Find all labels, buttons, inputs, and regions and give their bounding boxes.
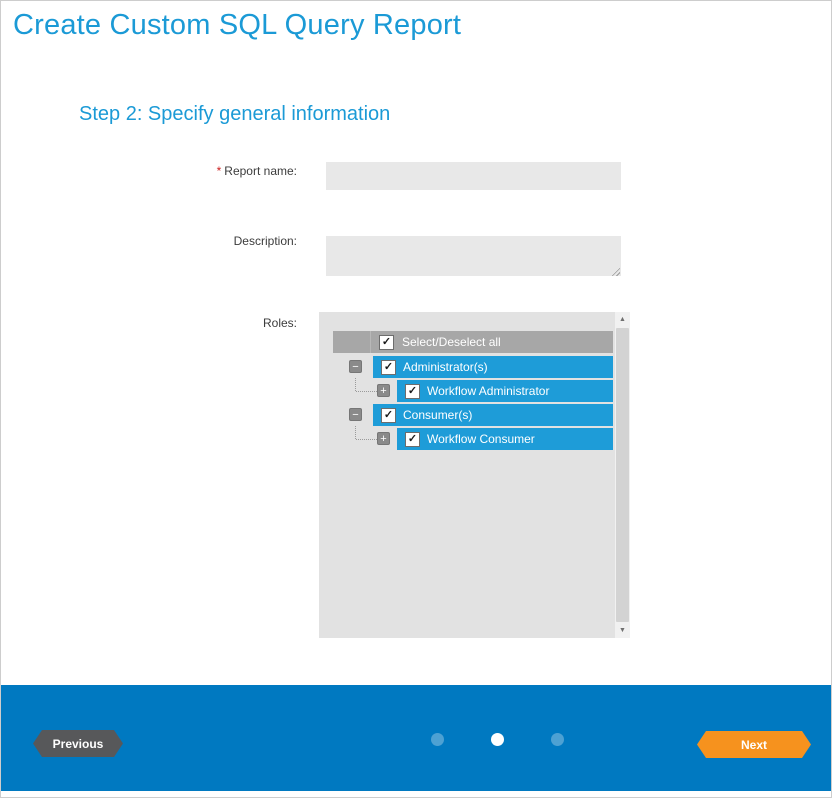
vertical-scrollbar[interactable]: ▲ ▼	[615, 312, 630, 638]
page-title: Create Custom SQL Query Report	[13, 9, 461, 42]
step-title: Step 2: Specify general information	[79, 103, 390, 126]
page-indicator	[431, 733, 564, 746]
page-dot-2-active[interactable]	[491, 733, 504, 746]
role-row-consumers[interactable]: ✓ Consumer(s)	[373, 404, 613, 426]
role-row-label: Workflow Administrator	[427, 384, 549, 398]
check-icon: ✓	[408, 386, 417, 397]
description-input[interactable]	[326, 236, 621, 276]
scroll-down-icon[interactable]: ▼	[615, 623, 630, 638]
role-row-label: Consumer(s)	[403, 408, 472, 422]
collapse-icon[interactable]: −	[349, 360, 362, 373]
scroll-up-icon[interactable]: ▲	[615, 312, 630, 327]
role-row-workflow-consumer[interactable]: ✓ Workflow Consumer	[397, 428, 613, 450]
select-all-checkbox[interactable]: ✓	[379, 335, 394, 350]
roles-label-text: Roles:	[263, 316, 297, 330]
expand-icon[interactable]: +	[377, 432, 390, 445]
tree-row: − ✓ Administrator(s)	[319, 356, 613, 378]
next-button[interactable]: Next	[697, 731, 811, 758]
description-label: Description:	[1, 234, 297, 248]
roles-tree-header: ✓ Select/Deselect all	[333, 331, 613, 353]
previous-button[interactable]: Previous	[33, 730, 123, 757]
report-name-label: *Report name:	[1, 164, 297, 178]
scrollbar-thumb[interactable]	[616, 328, 629, 622]
report-name-input[interactable]	[326, 162, 621, 190]
roles-label: Roles:	[1, 316, 297, 330]
role-row-administrators[interactable]: ✓ Administrator(s)	[373, 356, 613, 378]
check-icon: ✓	[382, 337, 391, 348]
required-marker: *	[217, 164, 222, 178]
role-checkbox[interactable]: ✓	[405, 384, 420, 399]
collapse-icon[interactable]: −	[349, 408, 362, 421]
role-row-workflow-administrator[interactable]: ✓ Workflow Administrator	[397, 380, 613, 402]
wizard-footer: Previous Next	[1, 685, 831, 791]
role-row-label: Administrator(s)	[403, 360, 488, 374]
description-label-text: Description:	[234, 234, 297, 248]
role-checkbox[interactable]: ✓	[381, 360, 396, 375]
page-dot-1[interactable]	[431, 733, 444, 746]
select-all-label: Select/Deselect all	[402, 335, 501, 349]
page-dot-3[interactable]	[551, 733, 564, 746]
check-icon: ✓	[408, 434, 417, 445]
role-checkbox[interactable]: ✓	[405, 432, 420, 447]
tree-row: − ✓ Consumer(s)	[319, 404, 613, 426]
check-icon: ✓	[384, 362, 393, 373]
tree-row: + ✓ Workflow Administrator	[319, 380, 613, 402]
expand-icon[interactable]: +	[377, 384, 390, 397]
check-icon: ✓	[384, 410, 393, 421]
wizard-page: Create Custom SQL Query Report Step 2: S…	[0, 0, 832, 798]
tree-row: + ✓ Workflow Consumer	[319, 428, 613, 450]
role-checkbox[interactable]: ✓	[381, 408, 396, 423]
expander-column-spacer	[333, 331, 371, 353]
roles-tree-panel: ✓ Select/Deselect all − ✓ Administrator(…	[319, 312, 630, 638]
report-name-label-text: Report name:	[224, 164, 297, 178]
role-row-label: Workflow Consumer	[427, 432, 535, 446]
